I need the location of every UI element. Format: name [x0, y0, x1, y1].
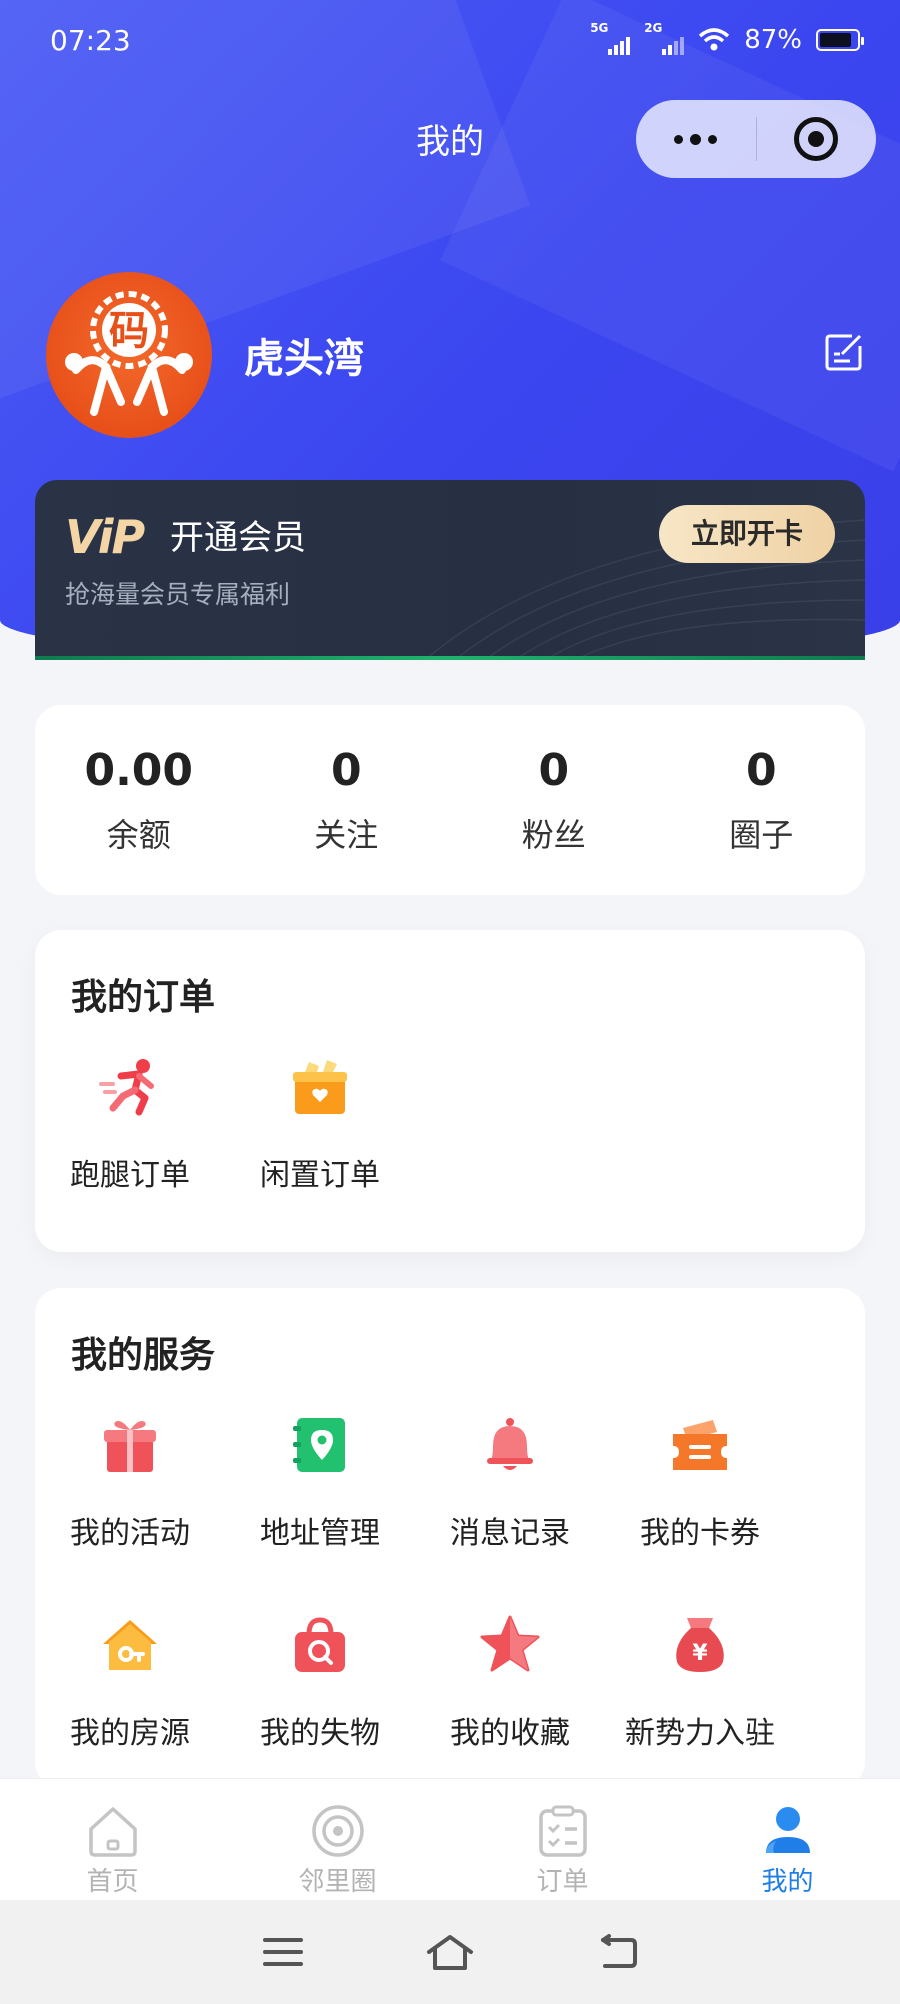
stat-value: 0	[538, 744, 570, 796]
order-label: 闲置订单	[260, 1158, 380, 1193]
service-label: 我的活动	[70, 1516, 190, 1551]
service-merchant-join[interactable]: ¥ 新势力入驻	[605, 1598, 795, 1798]
vip-title: 开通会员	[170, 518, 306, 558]
mini-program-capsule	[636, 100, 876, 178]
service-label: 新势力入驻	[625, 1716, 775, 1751]
service-label: 消息记录	[450, 1516, 570, 1551]
home-icon	[88, 1807, 137, 1857]
home-button-icon[interactable]	[425, 1932, 475, 1972]
section-title: 我的服务	[71, 1335, 216, 1376]
service-lost-found[interactable]: 我的失物	[225, 1598, 415, 1798]
signal-5g-icon: 5G	[590, 21, 631, 55]
box-icon	[293, 1060, 347, 1114]
stat-value: 0	[745, 744, 777, 796]
stat-value: 0	[330, 744, 362, 796]
bell-icon	[487, 1418, 533, 1470]
username: 虎头湾	[244, 336, 364, 382]
signal-2g-icon: 2G	[644, 21, 685, 55]
money-bag-icon: ¥	[676, 1618, 724, 1672]
tab-label: 邻里圈	[298, 1867, 377, 1897]
stat-label: 关注	[314, 815, 379, 854]
vip-subtitle: 抢海量会员专属福利	[65, 580, 291, 609]
stat-label: 余额	[106, 815, 171, 854]
circle-icon	[311, 1805, 364, 1857]
service-address[interactable]: 地址管理	[225, 1398, 415, 1598]
status-time: 07:23	[50, 23, 131, 57]
status-bar: 07:23 5G 2G 87%	[0, 0, 900, 80]
stat-label: 粉丝	[521, 815, 586, 854]
order-label: 跑腿订单	[70, 1158, 190, 1193]
star-icon	[480, 1615, 540, 1672]
svg-text:¥: ¥	[692, 1641, 708, 1666]
nav-bar: 我的	[0, 100, 900, 178]
tab-home[interactable]: 首页	[0, 1779, 225, 1900]
tab-label: 订单	[536, 1867, 589, 1897]
order-errand[interactable]: 跑腿订单	[35, 1040, 225, 1240]
close-target-icon[interactable]	[757, 117, 877, 161]
stat-value: 0.00	[84, 744, 194, 796]
more-icon[interactable]	[636, 133, 756, 145]
stat-following[interactable]: 0 关注	[243, 745, 451, 856]
back-icon[interactable]	[595, 1932, 639, 1972]
coupon-icon	[673, 1420, 727, 1470]
bottom-tab-bar: 首页 邻里圈 订单 我的	[0, 1778, 900, 1900]
stat-circles[interactable]: 0 圈子	[658, 745, 866, 856]
system-navigation-bar	[0, 1900, 900, 2004]
vip-banner[interactable]: ViP 开通会员 抢海量会员专属福利 立即开卡	[35, 480, 865, 660]
runner-icon	[99, 1059, 154, 1116]
battery-icon	[816, 29, 864, 51]
service-label: 我的收藏	[450, 1716, 570, 1751]
my-orders-card: 我的订单 跑腿订单 闲置订单	[35, 930, 865, 1252]
tab-mine[interactable]: 我的	[675, 1779, 900, 1900]
avatar[interactable]: 码	[46, 272, 212, 438]
tab-neighborhood[interactable]: 邻里圈	[225, 1779, 450, 1900]
service-label: 我的房源	[70, 1716, 190, 1751]
house-icon	[103, 1620, 157, 1670]
battery-percent: 87%	[744, 25, 802, 55]
user-icon	[765, 1807, 810, 1853]
service-activities[interactable]: 我的活动	[35, 1398, 225, 1598]
clipboard-icon	[538, 1805, 587, 1857]
vip-logo: ViP	[65, 510, 145, 564]
tab-label: 我的	[761, 1867, 814, 1897]
service-label: 我的卡券	[640, 1516, 760, 1551]
section-title: 我的订单	[71, 977, 216, 1018]
order-secondhand[interactable]: 闲置订单	[225, 1040, 415, 1240]
stats-card: 0.00 余额 0 关注 0 粉丝 0 圈子	[35, 705, 865, 895]
service-label: 我的失物	[260, 1716, 380, 1751]
service-housing[interactable]: 我的房源	[35, 1598, 225, 1798]
wifi-icon	[699, 28, 730, 51]
open-vip-button[interactable]: 立即开卡	[659, 505, 835, 563]
edit-icon[interactable]	[822, 330, 866, 374]
service-coupons[interactable]: 我的卡券	[605, 1398, 795, 1598]
my-services-card: 我的服务 我的活动 地址管理 消息记录 我的卡券 我的房源 我的失物 我的收藏 …	[35, 1288, 865, 1788]
stat-followers[interactable]: 0 粉丝	[450, 745, 658, 856]
service-label: 地址管理	[260, 1516, 380, 1551]
tab-label: 首页	[86, 1867, 139, 1897]
stat-balance[interactable]: 0.00 余额	[35, 745, 243, 856]
menu-icon[interactable]	[261, 1935, 305, 1969]
service-messages[interactable]: 消息记录	[415, 1398, 605, 1598]
tab-orders[interactable]: 订单	[450, 1779, 675, 1900]
address-book-icon	[293, 1418, 345, 1472]
svg-text:码: 码	[109, 308, 149, 354]
stat-label: 圈子	[729, 815, 794, 854]
profile-row: 码 虎头湾	[46, 270, 866, 440]
lost-bag-icon	[295, 1617, 345, 1672]
gift-icon	[104, 1421, 156, 1472]
service-favorites[interactable]: 我的收藏	[415, 1598, 605, 1798]
